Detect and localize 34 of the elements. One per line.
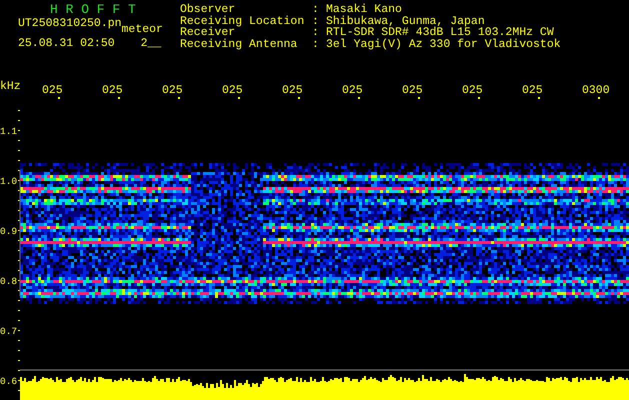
time-label: 025: [402, 84, 423, 97]
code-label: 2__: [140, 38, 162, 50]
time-label: 025: [282, 84, 303, 97]
time-label: 0300: [582, 84, 610, 97]
frequency-label: 1.1: [0, 126, 18, 137]
date-time: 25.08.31 02:50: [18, 38, 115, 50]
info-separator: :: [312, 38, 320, 50]
info-separator: :: [312, 4, 320, 16]
time-label: 025: [222, 84, 243, 97]
event-tag: meteor: [122, 24, 163, 36]
info-value: 3el Yagi(V) Az 330 for Vladivostok: [326, 38, 561, 50]
info-separator: :: [312, 27, 320, 39]
time-label: 025: [462, 84, 483, 97]
file-name: UT2508310250.pn: [18, 18, 122, 32]
info-value: Shibukawa, Gunma, Japan: [326, 16, 485, 28]
frequency-label: 0.9: [0, 226, 18, 237]
frequency-label: 0.7: [0, 326, 18, 337]
info-label: Receiving Location: [180, 16, 306, 28]
frequency-label: 1.0: [0, 176, 18, 187]
info-label: Observer: [180, 4, 236, 16]
info-separator: :: [312, 16, 320, 28]
info-label: Receiver: [180, 27, 236, 39]
time-label: 025: [42, 84, 63, 97]
time-label: 025: [342, 84, 363, 97]
info-value: Masaki Kano: [326, 4, 403, 16]
app-title: H R O F F T: [49, 3, 137, 16]
info-value: RTL-SDR SDR# 43dB L15 103.2MHz CW: [326, 27, 554, 39]
time-label: 025: [162, 84, 183, 97]
unit-label: kHz: [0, 80, 21, 93]
time-label: 025: [102, 84, 123, 97]
time-label: 025: [522, 84, 543, 97]
frequency-label: 0.8: [0, 276, 18, 287]
info-label: Receiving Antenna: [180, 38, 298, 50]
frequency-label: 0.6: [0, 376, 18, 387]
